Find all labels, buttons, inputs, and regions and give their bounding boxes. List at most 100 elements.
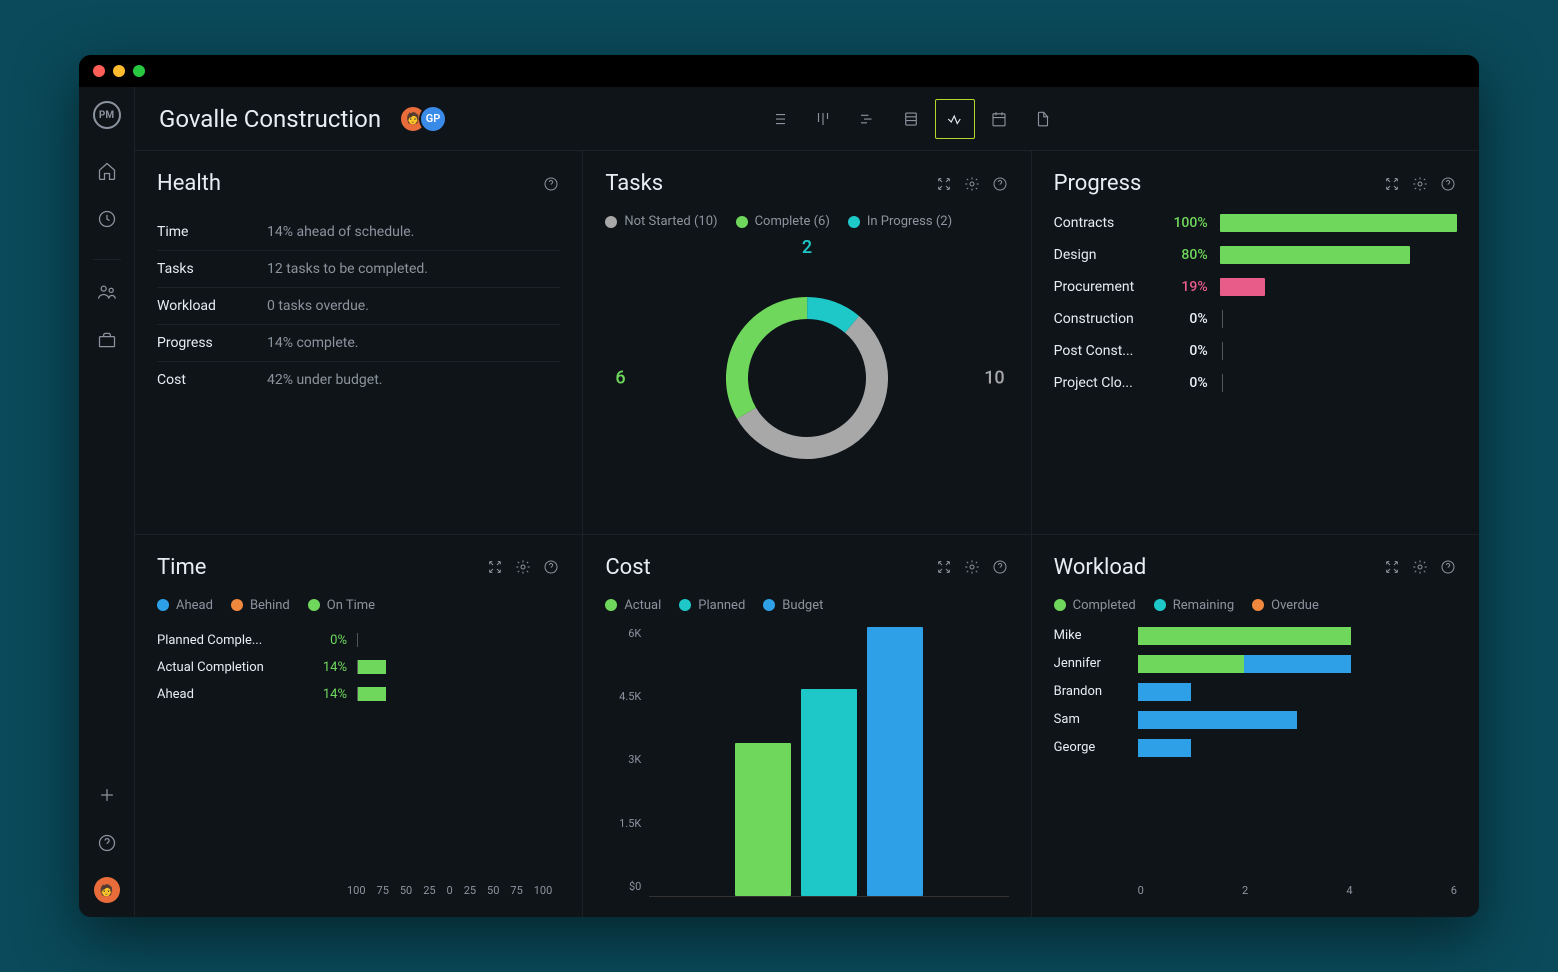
progress-bar: [1220, 246, 1457, 264]
axis-tick: $0: [605, 880, 641, 893]
legend-label: Behind: [250, 598, 290, 613]
health-label: Time: [157, 224, 267, 240]
axis-tick: 100: [347, 884, 366, 897]
files-view-tab[interactable]: [1023, 99, 1063, 139]
user-avatar[interactable]: 🧑: [94, 877, 120, 903]
workload-row: George: [1054, 739, 1457, 757]
axis-tick: 0: [447, 884, 453, 897]
axis-tick: 1.5K: [605, 817, 641, 830]
legend-item[interactable]: Complete (6): [736, 214, 830, 229]
workload-bar: [1138, 711, 1457, 729]
legend-item[interactable]: Budget: [763, 598, 823, 613]
gear-icon[interactable]: [1411, 175, 1429, 193]
legend-dot: [308, 599, 320, 611]
donut-label-inprogress: 2: [802, 237, 812, 258]
calendar-view-tab[interactable]: [979, 99, 1019, 139]
axis-tick: 50: [487, 884, 499, 897]
time-bar: [357, 660, 560, 674]
legend-label: Complete (6): [755, 214, 830, 229]
board-view-tab[interactable]: [803, 99, 843, 139]
legend-item[interactable]: Planned: [679, 598, 745, 613]
legend-item[interactable]: Remaining: [1154, 598, 1234, 613]
progress-row: Contracts100%: [1054, 214, 1457, 232]
axis-tick: 4.5K: [605, 690, 641, 703]
health-label: Cost: [157, 372, 267, 388]
help-rail-icon[interactable]: [93, 829, 121, 857]
health-row: Workload0 tasks overdue.: [157, 288, 560, 325]
time-row: Actual Completion14%: [157, 660, 560, 675]
sheet-view-tab[interactable]: [891, 99, 931, 139]
progress-pct: 80%: [1164, 247, 1208, 263]
dashboard-view-tab[interactable]: [935, 99, 975, 139]
legend-dot: [1154, 599, 1166, 611]
add-icon[interactable]: [93, 781, 121, 809]
expand-icon[interactable]: [935, 175, 953, 193]
legend-dot: [736, 216, 748, 228]
legend-item[interactable]: Completed: [1054, 598, 1136, 613]
avatar[interactable]: GP: [419, 105, 447, 133]
progress-name: Post Const...: [1054, 343, 1152, 359]
help-icon[interactable]: [542, 175, 560, 193]
list-view-tab[interactable]: [759, 99, 799, 139]
time-name: Actual Completion: [157, 660, 297, 675]
member-avatars[interactable]: 🧑 GP: [399, 105, 447, 133]
maximize-dot[interactable]: [133, 65, 145, 77]
expand-icon[interactable]: [486, 558, 504, 576]
legend-label: Remaining: [1173, 598, 1234, 613]
legend-label: Ahead: [176, 598, 213, 613]
gear-icon[interactable]: [963, 558, 981, 576]
progress-pct: 0%: [1164, 343, 1208, 359]
health-value: 14% complete.: [267, 335, 358, 351]
workload-segment: [1138, 739, 1191, 757]
legend-dot: [231, 599, 243, 611]
project-header: Govalle Construction 🧑 GP: [135, 87, 1479, 151]
legend-item[interactable]: Behind: [231, 598, 290, 613]
donut-label-notstarted: 10: [984, 368, 1004, 389]
briefcase-icon[interactable]: [93, 326, 121, 354]
home-icon[interactable]: [93, 157, 121, 185]
gear-icon[interactable]: [514, 558, 532, 576]
mac-titlebar: [79, 55, 1479, 87]
expand-icon[interactable]: [1383, 558, 1401, 576]
help-icon[interactable]: [991, 175, 1009, 193]
workload-segment: [1138, 627, 1351, 645]
gear-icon[interactable]: [1411, 558, 1429, 576]
progress-row: Post Const... 0%: [1054, 342, 1457, 360]
time-panel: Time AheadBehindOn Time Planned Comple..…: [135, 535, 582, 918]
legend-item[interactable]: Actual: [605, 598, 661, 613]
help-icon[interactable]: [991, 558, 1009, 576]
close-dot[interactable]: [93, 65, 105, 77]
gear-icon[interactable]: [963, 175, 981, 193]
legend-item[interactable]: On Time: [308, 598, 375, 613]
workload-name: Mike: [1054, 628, 1128, 643]
cost-bar: [801, 689, 857, 896]
axis-tick: 50: [400, 884, 412, 897]
panel-title: Progress: [1054, 171, 1142, 196]
expand-icon[interactable]: [1383, 175, 1401, 193]
minimize-dot[interactable]: [113, 65, 125, 77]
gantt-view-tab[interactable]: [847, 99, 887, 139]
help-icon[interactable]: [1439, 175, 1457, 193]
legend-item[interactable]: In Progress (2): [848, 214, 952, 229]
cost-legend: Actual Planned Budget: [605, 598, 1008, 613]
legend-item[interactable]: Overdue: [1252, 598, 1319, 613]
main-area: Govalle Construction 🧑 GP: [135, 87, 1479, 917]
cost-panel: Cost ActualPlannedBudget 6K4.5K3K1.5K$0: [583, 535, 1030, 918]
workload-bar: [1138, 683, 1457, 701]
expand-icon[interactable]: [935, 558, 953, 576]
health-row: Progress14% complete.: [157, 325, 560, 362]
help-icon[interactable]: [1439, 558, 1457, 576]
legend-item[interactable]: Not Started (10): [605, 214, 717, 229]
progress-panel: Progress Contracts100%Design80%Procureme…: [1032, 151, 1479, 534]
team-icon[interactable]: [93, 278, 121, 306]
axis-tick: 0: [1138, 884, 1144, 897]
app-logo[interactable]: PM: [93, 101, 121, 129]
legend-item[interactable]: Ahead: [157, 598, 213, 613]
help-icon[interactable]: [542, 558, 560, 576]
progress-pct: 100%: [1164, 215, 1208, 231]
recent-icon[interactable]: [93, 205, 121, 233]
cost-bars: [649, 627, 1008, 898]
legend-dot: [605, 599, 617, 611]
tasks-legend: Not Started (10) Complete (6) In Progress …: [605, 214, 1008, 229]
panel-title: Health: [157, 171, 221, 196]
